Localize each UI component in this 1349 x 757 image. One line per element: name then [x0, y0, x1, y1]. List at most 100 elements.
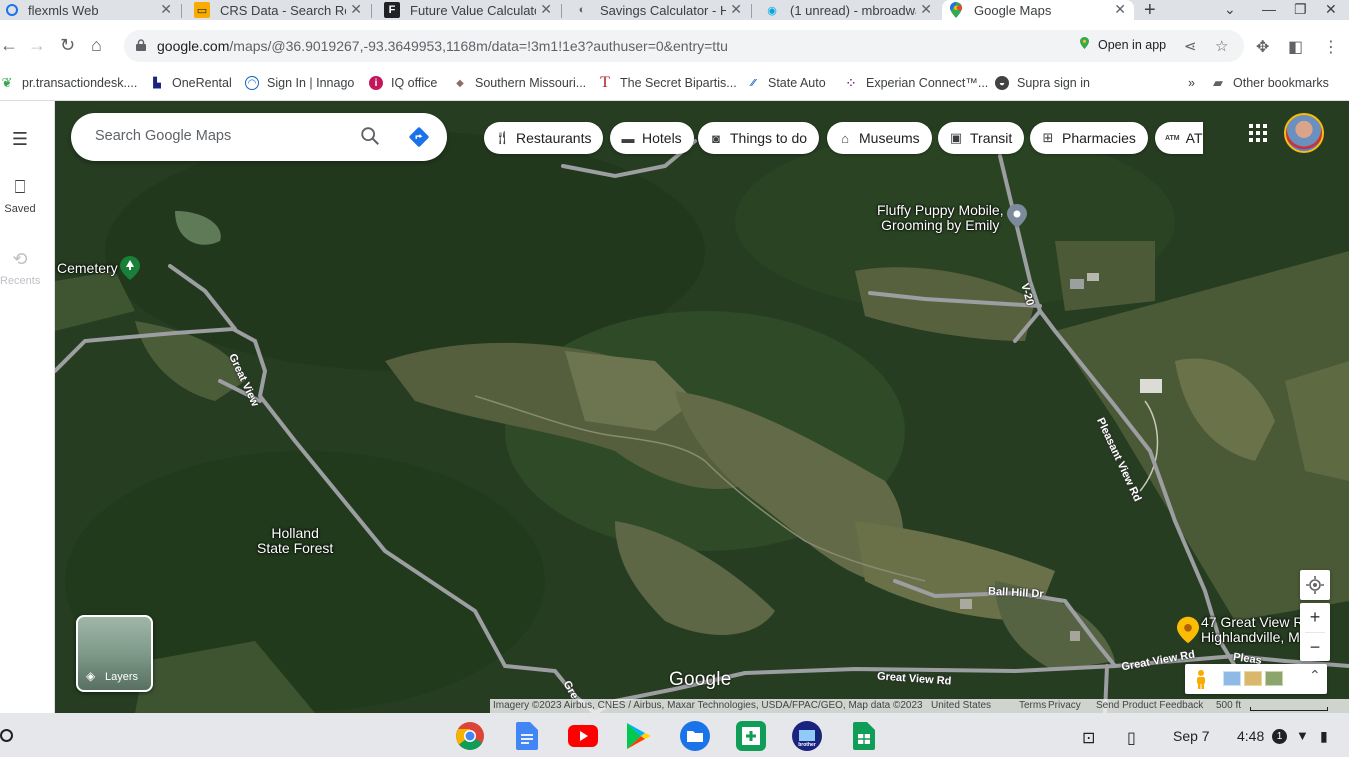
- bookmark-supra[interactable]: ◒ Supra sign in: [995, 76, 1090, 90]
- search-input[interactable]: Search Google Maps: [95, 128, 231, 144]
- tab-title: Savings Calculator - Ho: [600, 2, 726, 18]
- url-text[interactable]: google.com/maps/@36.9019267,-93.3649953,…: [157, 38, 728, 54]
- bookmark-iq-office[interactable]: i IQ office: [369, 76, 437, 90]
- extensions-puzzle-icon[interactable]: ✥: [1256, 37, 1269, 57]
- wifi-icon[interactable]: ▼: [1296, 728, 1309, 743]
- tab-flexmls[interactable]: flexmls Web ✕: [0, 0, 180, 20]
- place-cemetery[interactable]: Cemetery: [57, 261, 118, 276]
- place-holland-forest[interactable]: Holland State Forest: [257, 526, 333, 556]
- directions-icon[interactable]: [408, 126, 430, 148]
- close-icon[interactable]: ✕: [540, 1, 552, 18]
- place-fluffy-puppy[interactable]: Fluffy Puppy Mobile, Grooming by Emily: [877, 203, 1004, 233]
- bookmark-innago[interactable]: ◠ Sign In | Innago: [245, 76, 354, 90]
- close-window-button[interactable]: ✕: [1325, 1, 1337, 18]
- folder-icon: ▰: [1213, 75, 1223, 90]
- satellite-map[interactable]: Search Google Maps 🍴︎ Restaurants ▬ Hote…: [55, 101, 1349, 713]
- bookmark-state-auto[interactable]: ⁄⁄ State Auto: [746, 76, 825, 90]
- chip-pharmacies[interactable]: ⊞ Pharmacies: [1030, 122, 1148, 154]
- docs-app-icon[interactable]: [512, 721, 542, 751]
- brother-app-icon[interactable]: brother: [792, 721, 822, 751]
- youtube-app-icon[interactable]: [568, 721, 598, 751]
- open-in-app-button[interactable]: Open in app: [1098, 38, 1166, 52]
- address-bar[interactable]: google.com/maps/@36.9019267,-93.3649953,…: [124, 30, 1244, 62]
- send-feedback-link[interactable]: Send Product Feedback: [1096, 700, 1203, 711]
- search-icon[interactable]: [359, 125, 381, 147]
- files-app-icon[interactable]: [680, 721, 710, 751]
- launcher-button[interactable]: [0, 729, 13, 742]
- sheets-plus-app-icon[interactable]: [736, 721, 766, 751]
- more-bookmarks-chevron[interactable]: »: [1188, 76, 1195, 90]
- tab-search-icon[interactable]: ⌄: [1224, 1, 1236, 18]
- scale-bar[interactable]: [1250, 707, 1328, 711]
- close-icon[interactable]: ✕: [730, 1, 742, 18]
- cemetery-pin-icon[interactable]: [120, 256, 140, 280]
- pegman-icon[interactable]: [1191, 669, 1211, 689]
- chip-transit[interactable]: ▣ Transit: [938, 122, 1025, 154]
- place-pin-icon[interactable]: [1007, 204, 1027, 228]
- bookmark-secret-bipartisan[interactable]: T The Secret Bipartis...: [598, 74, 737, 91]
- play-store-app-icon[interactable]: [624, 721, 654, 751]
- other-bookmarks-folder[interactable]: ▰ Other bookmarks: [1211, 75, 1329, 90]
- my-location-button[interactable]: [1300, 570, 1330, 600]
- side-panel-icon[interactable]: ◧: [1288, 37, 1303, 57]
- lock-icon[interactable]: [136, 39, 146, 51]
- chip-atm[interactable]: ATM ATM: [1155, 122, 1203, 154]
- home-icon[interactable]: ⌂: [91, 35, 102, 55]
- bookmark-onerental[interactable]: ▙ OneRental: [150, 76, 232, 90]
- close-icon[interactable]: ✕: [160, 1, 172, 18]
- back-arrow-icon[interactable]: ←: [0, 35, 18, 55]
- zoom-out-button[interactable]: −: [1300, 633, 1330, 662]
- chip-things-to-do[interactable]: ◙ Things to do: [698, 122, 820, 154]
- bookmark-experian[interactable]: ⁘ Experian Connect™...: [844, 76, 989, 90]
- bookmark-star-icon[interactable]: ☆: [1215, 37, 1228, 55]
- restore-button[interactable]: ❐: [1294, 1, 1307, 18]
- kebab-menu-icon[interactable]: ⋮: [1323, 37, 1339, 57]
- menu-button[interactable]: ☰: [0, 129, 40, 155]
- tab-att-mail[interactable]: ◉ (1 unread) - mbroadwa ✕: [758, 0, 940, 20]
- saved-button[interactable]: ⎕ Saved: [0, 177, 40, 215]
- traffic-layer-thumb-icon[interactable]: [1223, 671, 1241, 686]
- time-label[interactable]: 4:48: [1237, 728, 1264, 744]
- close-icon[interactable]: ✕: [1114, 1, 1126, 18]
- sheets-app-icon[interactable]: [849, 721, 879, 751]
- account-avatar[interactable]: [1284, 113, 1324, 153]
- bookmark-southern-missouri[interactable]: ◆ Southern Missouri...: [453, 76, 586, 90]
- country-link[interactable]: United States: [931, 700, 991, 711]
- date-label[interactable]: Sep 7: [1173, 728, 1210, 744]
- search-box[interactable]: Search Google Maps: [71, 113, 447, 161]
- share-icon[interactable]: ⋖: [1184, 37, 1197, 55]
- address-pin-icon[interactable]: [1177, 616, 1199, 644]
- innago-icon: ◠: [245, 76, 259, 90]
- layers-button[interactable]: ◈ Layers: [76, 615, 153, 692]
- recents-button[interactable]: ⟲ Recents: [0, 249, 40, 287]
- holding-space-icon[interactable]: ⊡: [1082, 728, 1095, 748]
- new-tab-button[interactable]: +: [1144, 0, 1156, 22]
- phone-hub-icon[interactable]: ▯: [1127, 728, 1136, 748]
- reload-icon[interactable]: ↻: [60, 35, 75, 55]
- museum-icon: ⌂: [841, 130, 849, 146]
- chip-hotels[interactable]: ▬ Hotels: [610, 122, 694, 154]
- tab-crs-data[interactable]: ▭ CRS Data - Search Resu ✕: [188, 0, 370, 20]
- privacy-link[interactable]: Privacy: [1048, 700, 1081, 711]
- google-apps-grid-icon[interactable]: [1249, 124, 1267, 142]
- zoom-in-button[interactable]: +: [1300, 603, 1330, 632]
- close-icon[interactable]: ✕: [350, 1, 362, 18]
- chip-museums[interactable]: ⌂ Museums: [827, 122, 932, 154]
- bookmark-transactiondesk[interactable]: ❦ pr.transactiondesk....: [0, 75, 138, 90]
- terms-link[interactable]: Terms: [1019, 700, 1046, 711]
- battery-icon[interactable]: ▮: [1320, 728, 1328, 745]
- transit-layer-thumb-icon[interactable]: [1244, 671, 1262, 686]
- notification-badge[interactable]: 1: [1272, 729, 1287, 744]
- chrome-app-icon[interactable]: [455, 721, 485, 751]
- scale-label[interactable]: 500 ft: [1216, 700, 1241, 711]
- tab-google-maps[interactable]: Google Maps ✕: [942, 0, 1134, 20]
- expand-chevron-icon[interactable]: ⌃: [1309, 667, 1321, 687]
- tab-future-value[interactable]: F Future Value Calculato ✕: [378, 0, 560, 20]
- tab-savings[interactable]: ◐ Savings Calculator - Ho ✕: [568, 0, 750, 20]
- minimize-button[interactable]: —: [1262, 1, 1276, 17]
- chip-restaurants[interactable]: 🍴︎ Restaurants: [484, 122, 604, 154]
- bookmark-label: The Secret Bipartis...: [620, 76, 737, 90]
- terrain-layer-thumb-icon[interactable]: [1265, 671, 1283, 686]
- forward-arrow-icon[interactable]: →: [28, 35, 46, 55]
- close-icon[interactable]: ✕: [920, 1, 932, 18]
